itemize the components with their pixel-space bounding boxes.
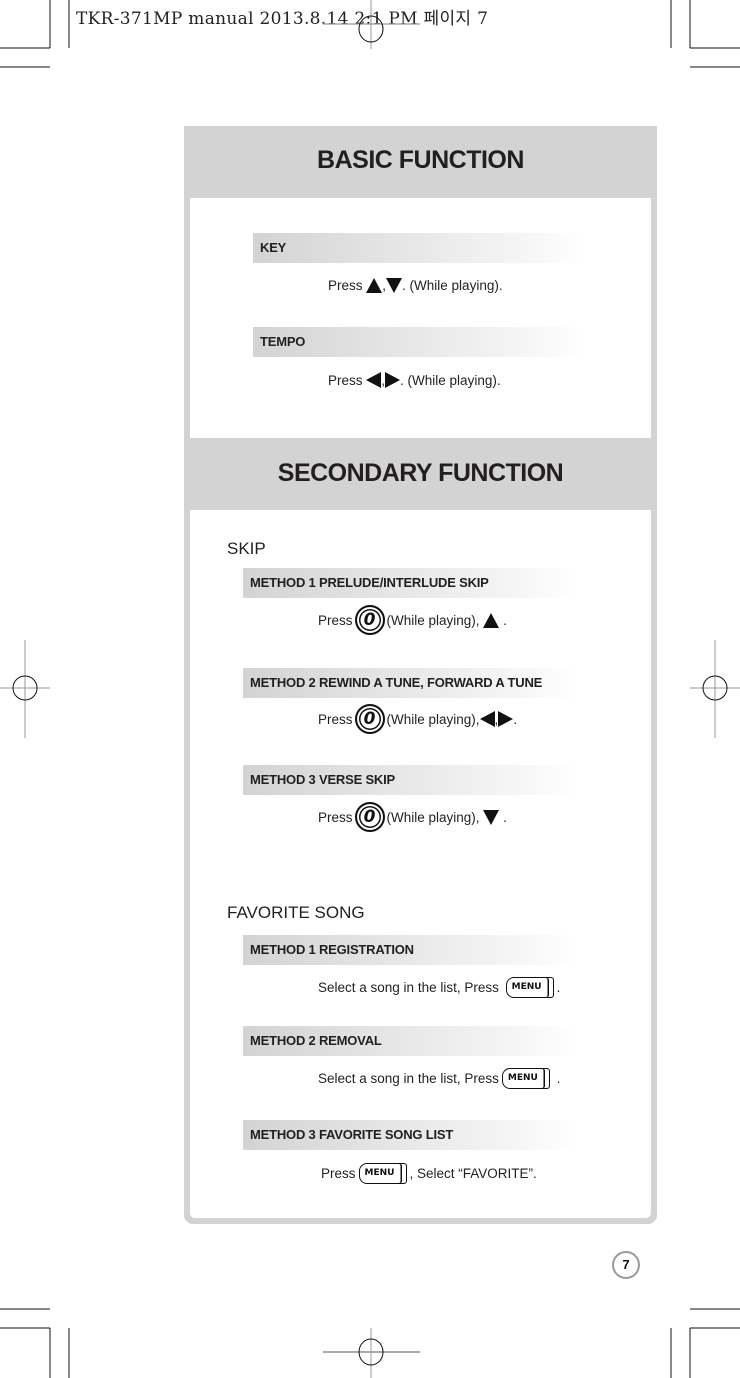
favorite-method-3: METHOD 3 FAVORITE SONG LIST — [243, 1120, 576, 1150]
page-number: 7 — [612, 1251, 640, 1279]
instruction-text: (While playing), — [386, 612, 480, 628]
down-arrow-icon — [386, 277, 403, 293]
instruction-text: Press — [318, 809, 353, 825]
down-arrow-icon — [483, 809, 500, 825]
right-arrow-icon — [385, 372, 401, 388]
instruction-text: . — [556, 1070, 561, 1086]
section-tempo: TEMPO — [253, 327, 586, 357]
favorite-method-2: METHOD 2 REMOVAL — [243, 1026, 576, 1056]
skip-method-2-instruction: Press 0 (While playing), , . — [318, 704, 518, 734]
basic-function-title: BASIC FUNCTION — [317, 146, 524, 174]
instruction-text: . (While playing). — [402, 277, 503, 293]
left-arrow-icon — [479, 711, 495, 727]
key-instruction: Press , . (While playing). — [328, 272, 503, 298]
section-key: KEY — [253, 233, 586, 263]
skip-method-1-instruction: Press 0 (While playing), . — [318, 605, 507, 635]
skip-method-2: METHOD 2 REWIND A TUNE, FORWARD A TUNE — [243, 668, 576, 698]
skip-method-3: METHOD 3 VERSE SKIP — [243, 765, 576, 795]
print-header: TKR-371MP manual 2013.8.14 2:1 PM 페이지 7 — [76, 9, 489, 29]
instruction-text: (While playing), — [386, 809, 480, 825]
menu-button-icon: MENU — [501, 1067, 550, 1089]
menu-button-icon: MENU — [505, 976, 554, 998]
instruction-text: Select a song in the list, Press — [318, 1070, 499, 1086]
group-skip: SKIP — [227, 539, 266, 558]
zero-button-icon: 0 — [354, 802, 385, 832]
instruction-text: . — [513, 711, 518, 727]
instruction-text: Select a song in the list, Press — [318, 979, 499, 995]
instruction-text: . — [503, 612, 507, 628]
instruction-text: Press — [328, 277, 363, 293]
registration-mark-left — [0, 640, 50, 738]
instruction-text: Press — [318, 612, 353, 628]
registration-mark-bottom — [323, 1328, 420, 1378]
zero-button-icon: 0 — [354, 704, 385, 734]
instruction-text: , Select “FAVORITE”. — [409, 1165, 537, 1181]
right-arrow-icon — [498, 711, 514, 727]
skip-method-3-instruction: Press 0 (While playing), . — [318, 802, 507, 832]
menu-button-icon: MENU — [358, 1162, 407, 1184]
zero-button-icon: 0 — [354, 605, 385, 635]
instruction-text: (While playing), — [386, 711, 480, 727]
left-arrow-icon — [366, 372, 382, 388]
favorite-method-3-instruction: Press MENU , Select “FAVORITE”. — [321, 1160, 537, 1186]
instruction-text: . — [556, 979, 561, 995]
favorite-method-1-instruction: Select a song in the list, Press MENU . — [318, 974, 560, 1000]
tempo-instruction: Press , . (While playing). — [328, 367, 501, 393]
instruction-text: Press — [321, 1165, 356, 1181]
up-arrow-icon — [366, 277, 383, 293]
instruction-text: Press — [318, 711, 353, 727]
up-arrow-icon — [483, 612, 500, 628]
instruction-text: . — [503, 809, 507, 825]
secondary-function-title: SECONDARY FUNCTION — [277, 459, 564, 487]
skip-method-1: METHOD 1 PRELUDE/INTERLUDE SKIP — [243, 568, 576, 598]
registration-mark-right — [690, 640, 740, 738]
group-favorite-song: FAVORITE SONG — [227, 903, 365, 922]
instruction-text: . (While playing). — [400, 372, 501, 388]
favorite-method-2-instruction: Select a song in the list, Press MENU . — [318, 1065, 560, 1091]
instruction-text: Press — [328, 372, 363, 388]
favorite-method-1: METHOD 1 REGISTRATION — [243, 935, 576, 965]
